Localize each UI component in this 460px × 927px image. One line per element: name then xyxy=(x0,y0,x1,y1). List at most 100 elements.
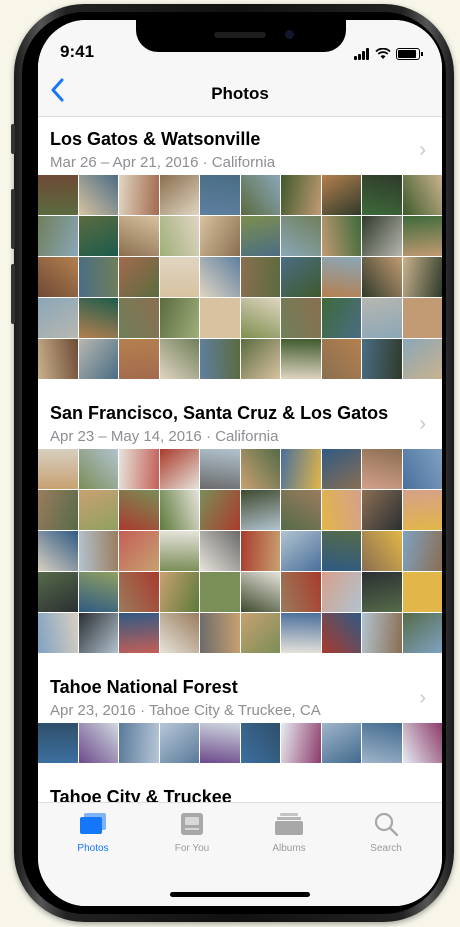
photo-thumbnail[interactable] xyxy=(362,257,402,297)
photo-thumbnail[interactable] xyxy=(119,339,159,379)
photo-thumbnail[interactable] xyxy=(240,490,280,530)
photo-thumbnail[interactable] xyxy=(240,298,280,338)
moment-header[interactable]: San Francisco, Santa Cruz & Los Gatos Ap… xyxy=(38,391,442,449)
photo-thumbnail[interactable] xyxy=(281,490,321,530)
photo-thumbnail[interactable] xyxy=(159,216,199,256)
photo-thumbnail[interactable] xyxy=(321,175,361,215)
photo-thumbnail[interactable] xyxy=(119,613,159,653)
photo-thumbnail[interactable] xyxy=(159,257,199,297)
photo-thumbnail[interactable] xyxy=(200,613,240,653)
photo-thumbnail[interactable] xyxy=(38,572,78,612)
photo-thumbnail[interactable] xyxy=(281,531,321,571)
photo-thumbnail[interactable] xyxy=(159,298,199,338)
photo-thumbnail[interactable] xyxy=(240,175,280,215)
photo-thumbnail[interactable] xyxy=(78,531,118,571)
photo-thumbnail[interactable] xyxy=(159,723,199,763)
photo-thumbnail[interactable] xyxy=(38,216,78,256)
photo-thumbnail[interactable] xyxy=(200,572,240,612)
photo-thumbnail[interactable] xyxy=(281,449,321,489)
moment-header[interactable]: Tahoe National Forest Apr 23, 2016 · Tah… xyxy=(38,665,442,723)
photo-thumbnail[interactable] xyxy=(200,339,240,379)
photo-thumbnail[interactable] xyxy=(321,490,361,530)
photo-thumbnail[interactable] xyxy=(321,572,361,612)
photo-thumbnail[interactable] xyxy=(402,449,442,489)
photo-thumbnail[interactable] xyxy=(119,449,159,489)
photo-thumbnail[interactable] xyxy=(78,339,118,379)
photo-thumbnail[interactable] xyxy=(159,531,199,571)
photo-thumbnail[interactable] xyxy=(402,490,442,530)
photo-thumbnail[interactable] xyxy=(119,531,159,571)
photo-thumbnail[interactable] xyxy=(321,449,361,489)
photo-thumbnail[interactable] xyxy=(38,723,78,763)
photo-thumbnail[interactable] xyxy=(402,613,442,653)
photo-thumbnail[interactable] xyxy=(38,531,78,571)
photo-thumbnail[interactable] xyxy=(200,723,240,763)
photo-thumbnail[interactable] xyxy=(78,298,118,338)
photo-thumbnail[interactable] xyxy=(119,490,159,530)
photo-thumbnail[interactable] xyxy=(402,339,442,379)
photo-thumbnail[interactable] xyxy=(281,339,321,379)
photo-thumbnail[interactable] xyxy=(119,216,159,256)
photo-thumbnail[interactable] xyxy=(200,449,240,489)
photo-thumbnail[interactable] xyxy=(240,572,280,612)
photo-thumbnail[interactable] xyxy=(119,572,159,612)
photo-thumbnail[interactable] xyxy=(240,531,280,571)
photo-thumbnail[interactable] xyxy=(281,298,321,338)
photo-thumbnail[interactable] xyxy=(119,175,159,215)
photo-thumbnail[interactable] xyxy=(200,490,240,530)
photo-thumbnail[interactable] xyxy=(78,449,118,489)
photo-thumbnail[interactable] xyxy=(240,449,280,489)
photo-thumbnail[interactable] xyxy=(38,490,78,530)
tab-photos[interactable]: Photos xyxy=(48,811,138,854)
photo-thumbnail[interactable] xyxy=(38,339,78,379)
photo-thumbnail[interactable] xyxy=(362,175,402,215)
photo-thumbnail[interactable] xyxy=(321,531,361,571)
photo-thumbnail[interactable] xyxy=(402,723,442,763)
photo-thumbnail[interactable] xyxy=(362,490,402,530)
photo-thumbnail[interactable] xyxy=(362,449,402,489)
photo-thumbnail[interactable] xyxy=(362,339,402,379)
photo-thumbnail[interactable] xyxy=(78,572,118,612)
photo-thumbnail[interactable] xyxy=(402,298,442,338)
moments-list[interactable]: Los Gatos & Watsonville Mar 26 – Apr 21,… xyxy=(38,117,442,802)
photo-thumbnail[interactable] xyxy=(200,298,240,338)
photo-thumbnail[interactable] xyxy=(281,723,321,763)
photo-thumbnail[interactable] xyxy=(159,572,199,612)
photo-thumbnail[interactable] xyxy=(159,339,199,379)
photo-thumbnail[interactable] xyxy=(38,449,78,489)
photo-thumbnail[interactable] xyxy=(281,216,321,256)
photo-thumbnail[interactable] xyxy=(321,298,361,338)
photo-thumbnail[interactable] xyxy=(200,531,240,571)
tab-albums[interactable]: Albums xyxy=(244,811,334,854)
photo-thumbnail[interactable] xyxy=(78,613,118,653)
moment-header[interactable]: Los Gatos & Watsonville Mar 26 – Apr 21,… xyxy=(38,117,442,175)
photo-thumbnail[interactable] xyxy=(38,298,78,338)
photo-thumbnail[interactable] xyxy=(321,339,361,379)
photo-thumbnail[interactable] xyxy=(402,216,442,256)
photo-thumbnail[interactable] xyxy=(240,723,280,763)
photo-thumbnail[interactable] xyxy=(78,216,118,256)
photo-thumbnail[interactable] xyxy=(362,613,402,653)
photo-thumbnail[interactable] xyxy=(78,257,118,297)
photo-thumbnail[interactable] xyxy=(38,175,78,215)
photo-thumbnail[interactable] xyxy=(78,490,118,530)
photo-thumbnail[interactable] xyxy=(119,723,159,763)
photo-thumbnail[interactable] xyxy=(159,175,199,215)
photo-thumbnail[interactable] xyxy=(119,257,159,297)
photo-thumbnail[interactable] xyxy=(362,723,402,763)
photo-thumbnail[interactable] xyxy=(159,449,199,489)
photo-thumbnail[interactable] xyxy=(281,257,321,297)
photo-thumbnail[interactable] xyxy=(78,175,118,215)
tab-for-you[interactable]: For You xyxy=(147,811,237,854)
photo-thumbnail[interactable] xyxy=(321,723,361,763)
photo-thumbnail[interactable] xyxy=(321,613,361,653)
tab-search[interactable]: Search xyxy=(341,811,431,854)
photo-thumbnail[interactable] xyxy=(402,175,442,215)
photo-thumbnail[interactable] xyxy=(200,257,240,297)
photo-thumbnail[interactable] xyxy=(240,613,280,653)
photo-thumbnail[interactable] xyxy=(240,257,280,297)
photo-thumbnail[interactable] xyxy=(362,572,402,612)
photo-thumbnail[interactable] xyxy=(200,216,240,256)
photo-thumbnail[interactable] xyxy=(402,572,442,612)
photo-thumbnail[interactable] xyxy=(38,613,78,653)
